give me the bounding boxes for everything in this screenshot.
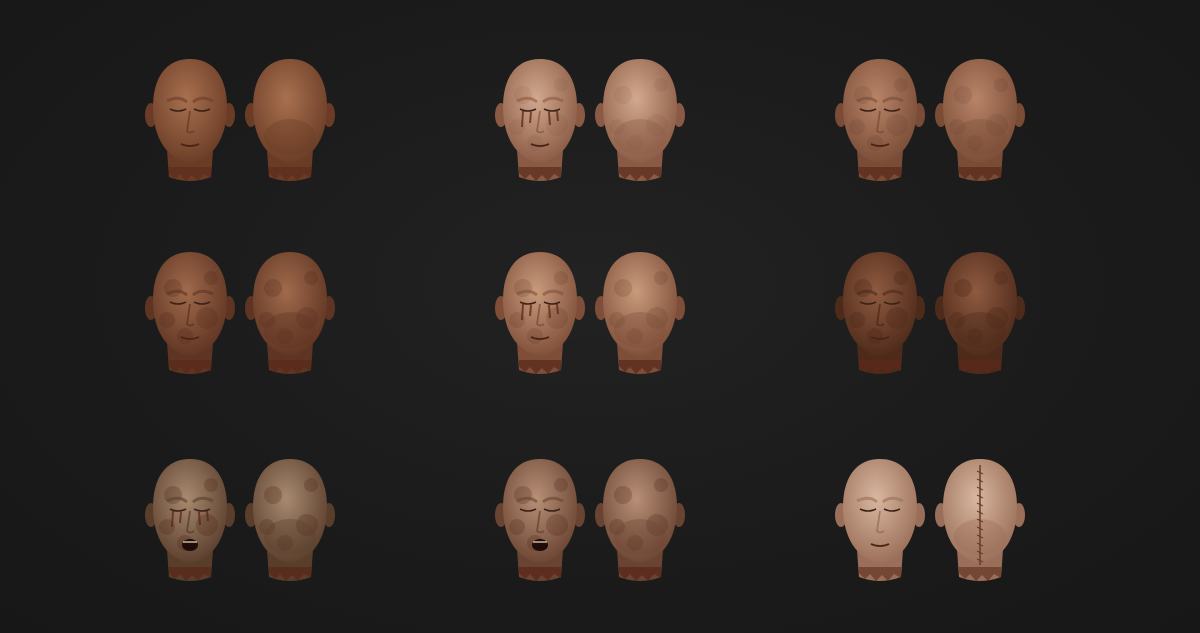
head-pair — [145, 455, 355, 585]
head-pair — [145, 248, 355, 378]
head-pair — [495, 55, 705, 185]
head-pair — [835, 455, 1045, 585]
head-back-view — [245, 55, 335, 185]
head-front-view — [835, 248, 925, 378]
head-back-view — [245, 455, 335, 585]
head-back-view — [935, 248, 1025, 378]
head-pair — [495, 455, 705, 585]
head-back-view — [935, 455, 1025, 585]
head-front-view — [145, 248, 235, 378]
head-back-view — [935, 55, 1025, 185]
head-front-view — [495, 248, 585, 378]
head-back-view — [595, 55, 685, 185]
head-front-view — [495, 455, 585, 585]
head-back-view — [595, 248, 685, 378]
head-pair — [145, 55, 355, 185]
head-back-view — [245, 248, 335, 378]
head-front-view — [145, 455, 235, 585]
head-front-view — [835, 455, 925, 585]
head-pair — [835, 55, 1045, 185]
head-back-view — [595, 455, 685, 585]
head-front-view — [835, 55, 925, 185]
head-pair — [835, 248, 1045, 378]
head-pair — [495, 248, 705, 378]
head-front-view — [145, 55, 235, 185]
head-gallery — [0, 0, 1200, 633]
head-front-view — [495, 55, 585, 185]
